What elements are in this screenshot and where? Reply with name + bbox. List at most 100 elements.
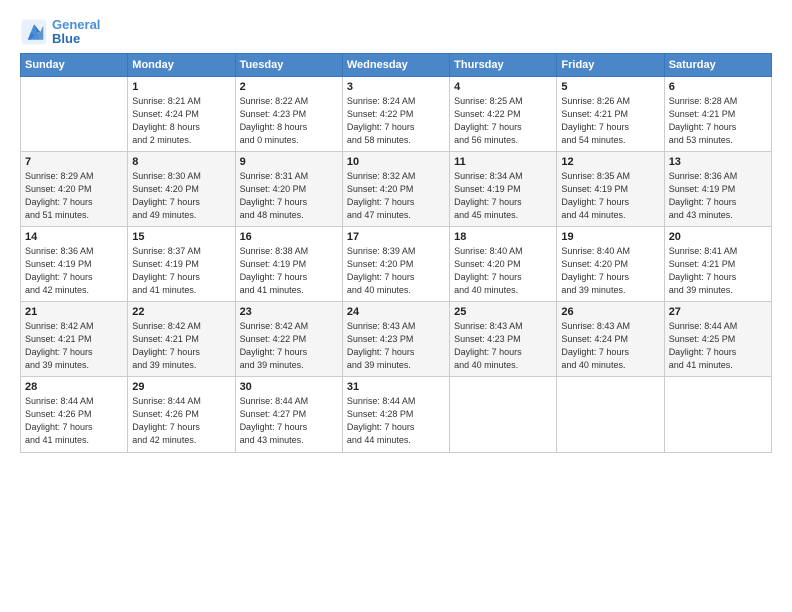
calendar-cell: 16 Sunrise: 8:38 AM Sunset: 4:19 PM Dayli…: [235, 226, 342, 301]
day-number: 6: [669, 81, 767, 93]
calendar-cell: 5 Sunrise: 8:26 AM Sunset: 4:21 PM Daylig…: [557, 76, 664, 151]
day-number: 15: [132, 231, 230, 243]
day-info: Sunrise: 8:24 AM Sunset: 4:22 PM Dayligh…: [347, 95, 445, 147]
day-number: 18: [454, 231, 552, 243]
day-number: 31: [347, 381, 445, 393]
calendar-cell: 24 Sunrise: 8:43 AM Sunset: 4:23 PM Dayli…: [342, 302, 449, 377]
day-info: Sunrise: 8:29 AM Sunset: 4:20 PM Dayligh…: [25, 170, 123, 222]
logo-text: General Blue: [52, 18, 100, 47]
calendar-cell: 4 Sunrise: 8:25 AM Sunset: 4:22 PM Daylig…: [450, 76, 557, 151]
day-number: 4: [454, 81, 552, 93]
day-number: 29: [132, 381, 230, 393]
header-cell-saturday: Saturday: [664, 53, 771, 76]
day-number: 10: [347, 156, 445, 168]
day-info: Sunrise: 8:40 AM Sunset: 4:20 PM Dayligh…: [561, 245, 659, 297]
calendar-cell: 13 Sunrise: 8:36 AM Sunset: 4:19 PM Dayli…: [664, 151, 771, 226]
day-info: Sunrise: 8:25 AM Sunset: 4:22 PM Dayligh…: [454, 95, 552, 147]
header: General Blue: [20, 18, 772, 47]
calendar-cell: [21, 76, 128, 151]
calendar-week-5: 28 Sunrise: 8:44 AM Sunset: 4:26 PM Dayli…: [21, 377, 772, 452]
day-number: 14: [25, 231, 123, 243]
day-number: 13: [669, 156, 767, 168]
day-info: Sunrise: 8:21 AM Sunset: 4:24 PM Dayligh…: [132, 95, 230, 147]
day-info: Sunrise: 8:42 AM Sunset: 4:22 PM Dayligh…: [240, 320, 338, 372]
day-info: Sunrise: 8:35 AM Sunset: 4:19 PM Dayligh…: [561, 170, 659, 222]
calendar-cell: 3 Sunrise: 8:24 AM Sunset: 4:22 PM Daylig…: [342, 76, 449, 151]
calendar-cell: 15 Sunrise: 8:37 AM Sunset: 4:19 PM Dayli…: [128, 226, 235, 301]
calendar-cell: 28 Sunrise: 8:44 AM Sunset: 4:26 PM Dayli…: [21, 377, 128, 452]
day-number: 11: [454, 156, 552, 168]
calendar-cell: 1 Sunrise: 8:21 AM Sunset: 4:24 PM Daylig…: [128, 76, 235, 151]
header-cell-monday: Monday: [128, 53, 235, 76]
day-info: Sunrise: 8:42 AM Sunset: 4:21 PM Dayligh…: [25, 320, 123, 372]
day-info: Sunrise: 8:31 AM Sunset: 4:20 PM Dayligh…: [240, 170, 338, 222]
calendar-cell: 6 Sunrise: 8:28 AM Sunset: 4:21 PM Daylig…: [664, 76, 771, 151]
header-cell-sunday: Sunday: [21, 53, 128, 76]
calendar-cell: 31 Sunrise: 8:44 AM Sunset: 4:28 PM Dayli…: [342, 377, 449, 452]
day-info: Sunrise: 8:44 AM Sunset: 4:26 PM Dayligh…: [25, 395, 123, 447]
day-info: Sunrise: 8:44 AM Sunset: 4:27 PM Dayligh…: [240, 395, 338, 447]
header-cell-friday: Friday: [557, 53, 664, 76]
calendar-cell: 21 Sunrise: 8:42 AM Sunset: 4:21 PM Dayli…: [21, 302, 128, 377]
day-number: 28: [25, 381, 123, 393]
calendar-cell: 25 Sunrise: 8:43 AM Sunset: 4:23 PM Dayli…: [450, 302, 557, 377]
day-info: Sunrise: 8:44 AM Sunset: 4:25 PM Dayligh…: [669, 320, 767, 372]
day-info: Sunrise: 8:41 AM Sunset: 4:21 PM Dayligh…: [669, 245, 767, 297]
header-cell-thursday: Thursday: [450, 53, 557, 76]
day-number: 5: [561, 81, 659, 93]
day-info: Sunrise: 8:42 AM Sunset: 4:21 PM Dayligh…: [132, 320, 230, 372]
calendar-cell: 22 Sunrise: 8:42 AM Sunset: 4:21 PM Dayli…: [128, 302, 235, 377]
calendar-cell: 10 Sunrise: 8:32 AM Sunset: 4:20 PM Dayli…: [342, 151, 449, 226]
calendar-cell: [557, 377, 664, 452]
calendar-cell: 11 Sunrise: 8:34 AM Sunset: 4:19 PM Dayli…: [450, 151, 557, 226]
day-info: Sunrise: 8:36 AM Sunset: 4:19 PM Dayligh…: [25, 245, 123, 297]
day-number: 30: [240, 381, 338, 393]
day-info: Sunrise: 8:28 AM Sunset: 4:21 PM Dayligh…: [669, 95, 767, 147]
day-info: Sunrise: 8:36 AM Sunset: 4:19 PM Dayligh…: [669, 170, 767, 222]
calendar-cell: 30 Sunrise: 8:44 AM Sunset: 4:27 PM Dayli…: [235, 377, 342, 452]
day-number: 22: [132, 306, 230, 318]
day-info: Sunrise: 8:39 AM Sunset: 4:20 PM Dayligh…: [347, 245, 445, 297]
calendar-week-4: 21 Sunrise: 8:42 AM Sunset: 4:21 PM Dayli…: [21, 302, 772, 377]
day-info: Sunrise: 8:43 AM Sunset: 4:23 PM Dayligh…: [454, 320, 552, 372]
calendar-cell: 19Sunrise: 8:40 AM Sunset: 4:20 PM Dayli…: [557, 226, 664, 301]
calendar-cell: 8Sunrise: 8:30 AM Sunset: 4:20 PM Daylig…: [128, 151, 235, 226]
day-info: Sunrise: 8:44 AM Sunset: 4:28 PM Dayligh…: [347, 395, 445, 447]
day-info: Sunrise: 8:44 AM Sunset: 4:26 PM Dayligh…: [132, 395, 230, 447]
day-info: Sunrise: 8:43 AM Sunset: 4:24 PM Dayligh…: [561, 320, 659, 372]
calendar-cell: 17 Sunrise: 8:39 AM Sunset: 4:20 PM Dayli…: [342, 226, 449, 301]
day-info: Sunrise: 8:38 AM Sunset: 4:19 PM Dayligh…: [240, 245, 338, 297]
calendar-cell: 27 Sunrise: 8:44 AM Sunset: 4:25 PM Dayli…: [664, 302, 771, 377]
calendar-cell: 20 Sunrise: 8:41 AM Sunset: 4:21 PM Dayli…: [664, 226, 771, 301]
day-number: 3: [347, 81, 445, 93]
day-number: 24: [347, 306, 445, 318]
calendar-cell: 2Sunrise: 8:22 AM Sunset: 4:23 PM Daylig…: [235, 76, 342, 151]
day-number: 23: [240, 306, 338, 318]
day-number: 9: [240, 156, 338, 168]
day-info: Sunrise: 8:30 AM Sunset: 4:20 PM Dayligh…: [132, 170, 230, 222]
day-info: Sunrise: 8:37 AM Sunset: 4:19 PM Dayligh…: [132, 245, 230, 297]
calendar-week-3: 14 Sunrise: 8:36 AM Sunset: 4:19 PM Dayli…: [21, 226, 772, 301]
calendar-cell: 14 Sunrise: 8:36 AM Sunset: 4:19 PM Dayli…: [21, 226, 128, 301]
day-info: Sunrise: 8:22 AM Sunset: 4:23 PM Dayligh…: [240, 95, 338, 147]
day-info: Sunrise: 8:32 AM Sunset: 4:20 PM Dayligh…: [347, 170, 445, 222]
calendar-cell: 29 Sunrise: 8:44 AM Sunset: 4:26 PM Dayli…: [128, 377, 235, 452]
calendar-cell: 7 Sunrise: 8:29 AM Sunset: 4:20 PM Daylig…: [21, 151, 128, 226]
day-number: 16: [240, 231, 338, 243]
day-number: 26: [561, 306, 659, 318]
logo-icon: [20, 18, 48, 46]
day-number: 21: [25, 306, 123, 318]
day-number: 27: [669, 306, 767, 318]
day-number: 1: [132, 81, 230, 93]
calendar-table: SundayMondayTuesdayWednesdayThursdayFrid…: [20, 53, 772, 453]
calendar-week-2: 7 Sunrise: 8:29 AM Sunset: 4:20 PM Daylig…: [21, 151, 772, 226]
day-number: 7: [25, 156, 123, 168]
day-number: 25: [454, 306, 552, 318]
calendar-header-row: SundayMondayTuesdayWednesdayThursdayFrid…: [21, 53, 772, 76]
calendar-cell: 26 Sunrise: 8:43 AM Sunset: 4:24 PM Dayli…: [557, 302, 664, 377]
day-info: Sunrise: 8:43 AM Sunset: 4:23 PM Dayligh…: [347, 320, 445, 372]
day-number: 20: [669, 231, 767, 243]
day-info: Sunrise: 8:26 AM Sunset: 4:21 PM Dayligh…: [561, 95, 659, 147]
day-number: 17: [347, 231, 445, 243]
day-info: Sunrise: 8:34 AM Sunset: 4:19 PM Dayligh…: [454, 170, 552, 222]
